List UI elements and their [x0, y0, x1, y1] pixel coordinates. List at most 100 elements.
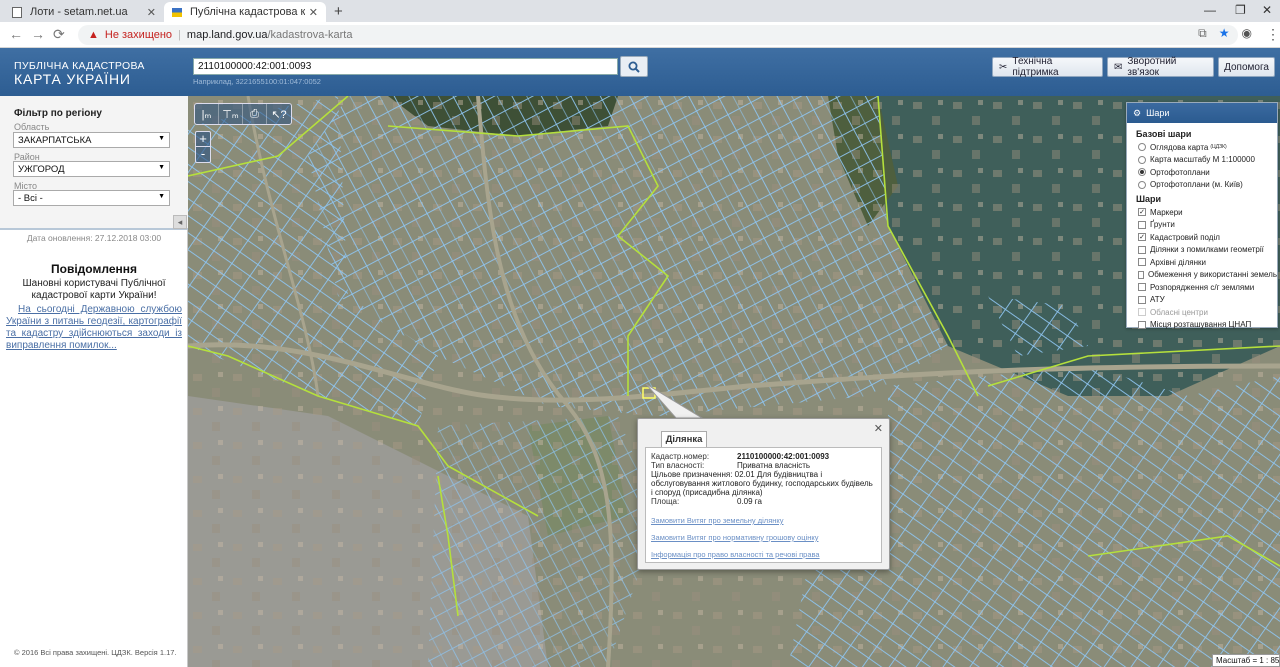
layer-cnap[interactable]: Місця розташування ЦНАП [1138, 319, 1277, 332]
url-separator: | [178, 29, 181, 41]
layer-regional-centers: Обласні центри [1138, 306, 1277, 319]
feedback-label: Зворотний зв'язок [1127, 56, 1177, 78]
radio-button-selected[interactable] [1138, 168, 1146, 177]
area-label: Площа: [651, 497, 680, 506]
layer-label: Кадастровий поділ [1150, 232, 1220, 242]
browser-tab-lots[interactable]: Лоти - setam.net.ua ✕ [4, 2, 164, 22]
close-icon[interactable]: ✕ [874, 422, 883, 435]
collapse-panel-button[interactable]: ◂ [173, 215, 187, 229]
layer-label: Розпорядження с/г землями [1150, 282, 1255, 292]
city-value: - Всі - [18, 193, 43, 204]
search-button[interactable] [620, 56, 648, 77]
tab-parcel[interactable]: Ділянка [661, 431, 707, 447]
account-icon[interactable]: ◉ [1242, 26, 1252, 41]
search-input[interactable]: 2110100000:42:001:0093 [193, 58, 618, 75]
layer-markers[interactable]: ✓ Маркери [1138, 206, 1277, 219]
checkbox-checked[interactable]: ✓ [1138, 208, 1146, 217]
layer-soils[interactable]: Ґрунти [1138, 219, 1277, 232]
city-select[interactable]: - Всі - ▼ [13, 190, 170, 206]
purpose-row: Цільове призначення: 02.01 Для будівницт… [651, 470, 876, 497]
checkbox[interactable] [1138, 270, 1145, 279]
base-layer-orthophoto[interactable]: Ортофотоплани [1138, 166, 1277, 179]
layers-panel: ⚙ Шари Базові шари Оглядова карта (ЦДЗК)… [1126, 102, 1278, 329]
identify-cursor-icon[interactable]: ↖? [267, 104, 291, 124]
layer-label: Маркери [1150, 207, 1183, 217]
forward-icon[interactable]: → [31, 26, 45, 42]
map-toolbar: |ₘ ⊤ₘ ⎙ ↖? [194, 103, 292, 125]
reload-icon[interactable]: ⟳ [53, 26, 65, 43]
base-layer-overview[interactable]: Оглядова карта (ЦДЗК) [1138, 141, 1277, 154]
layer-label: Оглядова карта [1150, 142, 1209, 152]
scale-indicator: Масштаб = 1 : 853 [1212, 654, 1280, 667]
layers-header[interactable]: ⚙ Шари [1127, 103, 1277, 123]
close-window-icon[interactable]: ✕ [1262, 3, 1272, 17]
region-value: ЗАКАРПАТСЬКА [18, 135, 92, 146]
mail-icon: ✉ [1114, 61, 1123, 73]
radio-button[interactable] [1138, 155, 1146, 164]
measure-area-icon[interactable]: ⊤ₘ [219, 104, 243, 124]
district-select[interactable]: УЖГОРОД ▼ [13, 161, 170, 177]
help-button[interactable]: Допомога [1218, 57, 1275, 77]
notice-title: Повідомлення [51, 262, 137, 276]
layer-label: Карта масштабу М 1:100000 [1150, 155, 1255, 165]
new-tab-icon[interactable]: + [334, 3, 343, 20]
bookmark-star-icon[interactable]: ★ [1219, 26, 1230, 41]
layer-cadastral[interactable]: ✓ Кадастровий поділ [1138, 231, 1277, 244]
base-layer-orthophoto-kyiv[interactable]: Ортофотоплани (м. Київ) [1138, 179, 1277, 192]
radio-button[interactable] [1138, 180, 1146, 189]
overlay-layers-title: Шари [1136, 194, 1162, 204]
address-bar: ← → ⟳ ▲ Не захищено | map.land.gov.ua /k… [0, 22, 1280, 48]
order-valuation-link[interactable]: Замовити Витяг про нормативну грошову оц… [651, 533, 876, 542]
checkbox[interactable] [1138, 220, 1146, 229]
checkbox-checked[interactable]: ✓ [1138, 233, 1146, 242]
translate-icon[interactable]: ⧉ [1198, 26, 1207, 41]
checkbox[interactable] [1138, 258, 1146, 267]
region-select[interactable]: ЗАКАРПАТСЬКА ▼ [13, 132, 170, 148]
layer-label: Ортофотоплани (м. Київ) [1150, 180, 1243, 190]
left-panel: Фільтр по регіону Область ЗАКАРПАТСЬКА ▼… [0, 96, 188, 667]
radio-button[interactable] [1138, 143, 1146, 152]
cadastral-value: 2110100000:42:001:0093 [737, 452, 830, 461]
notice-link[interactable]: На сьогодні Державною службою України з … [6, 304, 182, 352]
layer-label: Архівні ділянки [1150, 257, 1206, 267]
measure-distance-icon[interactable]: |ₘ [195, 104, 219, 124]
maximize-icon[interactable]: ❐ [1235, 3, 1246, 17]
layer-atu[interactable]: АТУ [1138, 294, 1277, 307]
ownership-info-link[interactable]: Інформація про право власності та речові… [651, 550, 876, 559]
menu-icon[interactable]: ⋮ [1266, 26, 1280, 43]
checkbox[interactable] [1138, 245, 1146, 254]
layer-geometry-errors[interactable]: Ділянки з помилками геометрії [1138, 244, 1277, 257]
checkbox[interactable] [1138, 283, 1146, 292]
map-canvas[interactable]: |ₘ ⊤ₘ ⎙ ↖? + - ⚙ Шари Базові шари Оглядо… [188, 96, 1280, 667]
checkbox[interactable] [1138, 320, 1146, 329]
chevron-down-icon: ▼ [158, 135, 165, 142]
layer-archive[interactable]: Архівні ділянки [1138, 256, 1277, 269]
url-host: map.land.gov.ua [186, 29, 268, 41]
close-tab-icon[interactable]: ✕ [147, 6, 156, 19]
security-status[interactable]: Не захищено [105, 29, 172, 41]
ukraine-flag-icon [172, 7, 182, 18]
url-field[interactable]: ▲ Не захищено | map.land.gov.ua /kadastr… [78, 25, 1238, 45]
feedback-button[interactable]: ✉ Зворотний зв'язок [1107, 56, 1214, 78]
zoom-in-button[interactable]: + [196, 132, 210, 147]
region-filter: Фільтр по регіону Область ЗАКАРПАТСЬКА ▼… [0, 96, 188, 230]
layer-agri-land[interactable]: Розпорядження с/г землями [1138, 281, 1277, 294]
base-layers-title: Базові шари [1136, 129, 1192, 139]
browser-tab-cadastral[interactable]: Публічна кадастрова карта Укр ✕ [164, 2, 326, 22]
support-button[interactable]: ✂ Технічна підтримка [992, 56, 1103, 78]
layer-restrictions[interactable]: Обмеження у використанні земель [1138, 269, 1277, 282]
search-hint: Наприклад, 3221655100:01:047:0052 [193, 77, 321, 86]
gear-icon: ⚙ [1133, 107, 1142, 118]
orthophoto-background [188, 96, 1280, 667]
print-icon[interactable]: ⎙ [243, 104, 267, 124]
filter-title: Фільтр по регіону [14, 108, 102, 119]
order-extract-link[interactable]: Замовити Витяг про земельну ділянку [651, 516, 876, 525]
close-tab-icon[interactable]: ✕ [309, 6, 318, 19]
minimize-icon[interactable]: — [1204, 3, 1216, 17]
back-icon[interactable]: ← [9, 26, 23, 42]
base-layer-100000[interactable]: Карта масштабу М 1:100000 [1138, 154, 1277, 167]
zoom-control: + - [195, 131, 211, 163]
zoom-out-button[interactable]: - [196, 147, 210, 162]
checkbox[interactable] [1138, 295, 1146, 304]
checkbox-disabled [1138, 308, 1146, 317]
